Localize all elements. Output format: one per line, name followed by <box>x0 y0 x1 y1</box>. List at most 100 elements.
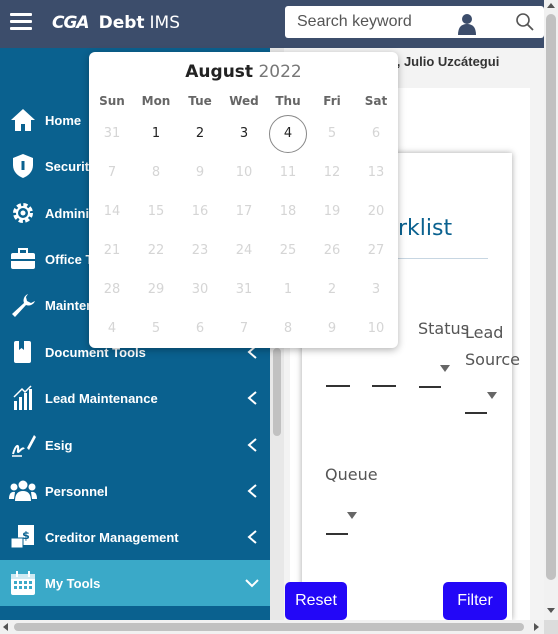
search-box <box>285 6 544 38</box>
datepicker-day: 5 <box>151 321 161 336</box>
datepicker-day: 4 <box>107 321 117 336</box>
queue-label: Queue <box>325 465 378 484</box>
datepicker-header: August 2022 <box>89 62 398 82</box>
datepicker-day: 11 <box>279 165 297 180</box>
page-vertical-scrollbar-thumb[interactable] <box>546 14 556 580</box>
filter-select-1[interactable] <box>326 385 350 387</box>
document-icon <box>9 338 37 366</box>
datepicker-day: 16 <box>191 204 209 219</box>
scroll-left-arrow-icon[interactable] <box>3 623 8 631</box>
gear-icon <box>9 199 37 227</box>
datepicker-day: 20 <box>367 204 385 219</box>
briefcase-icon <box>9 245 37 273</box>
datepicker-day: 21 <box>103 243 121 258</box>
lead-source-label: Lead Source <box>465 323 520 369</box>
datepicker-day: 6 <box>371 126 381 141</box>
datepicker-day[interactable]: 1 <box>137 115 175 153</box>
lead-source-select[interactable] <box>465 412 487 414</box>
sidebar-item-label: Office T <box>45 251 94 267</box>
weekday-header: Wed <box>229 94 259 108</box>
datepicker-day: 25 <box>279 243 297 258</box>
datepicker-day: 6 <box>195 321 205 336</box>
app-name-bold: Debt <box>98 13 145 33</box>
search-icon[interactable] <box>515 12 535 32</box>
scroll-right-arrow-icon[interactable] <box>534 623 539 631</box>
datepicker-day: 3 <box>371 282 381 297</box>
scroll-up-arrow-icon[interactable] <box>547 3 555 8</box>
chevron-down-icon <box>245 579 259 588</box>
sidebar-item-lead-maintenance[interactable]: Lead Maintenance <box>0 375 270 421</box>
datepicker-day: 8 <box>151 165 161 180</box>
status-select[interactable] <box>419 386 441 388</box>
chevron-left-icon <box>247 391 257 405</box>
datepicker-day: 24 <box>235 243 253 258</box>
search-input[interactable] <box>297 11 447 33</box>
sidebar-item-personnel[interactable]: Personnel <box>0 468 270 514</box>
people-icon <box>9 477 37 505</box>
sidebar-item-esig[interactable]: Esig <box>0 422 270 468</box>
sidebar-item-creditor-management[interactable]: $ Creditor Management <box>0 514 270 560</box>
weekday-header: Thu <box>275 94 301 108</box>
filter-button[interactable]: Filter <box>443 582 507 620</box>
datepicker-day-today[interactable]: 4 <box>269 115 307 153</box>
caret-down-icon[interactable] <box>440 365 450 372</box>
wrench-icon <box>9 291 37 319</box>
app-name-rest: IMS <box>149 13 181 33</box>
datepicker-day: 1 <box>283 282 293 297</box>
datepicker-day: 23 <box>191 243 209 258</box>
card-title: rklist <box>398 216 453 241</box>
datepicker-popup: August 2022 Sun Mon Tue Wed Thu Fri Sat 31 1 2 3 4 5… <box>89 52 398 348</box>
datepicker-day: 7 <box>239 321 249 336</box>
datepicker-day: 9 <box>327 321 337 336</box>
sidebar-item-label: My Tools <box>45 575 101 591</box>
signature-icon <box>9 431 37 459</box>
weekday-header: Sat <box>364 94 388 108</box>
page-horizontal-scrollbar[interactable] <box>0 620 544 634</box>
datepicker-day: 27 <box>367 243 385 258</box>
caret-down-icon[interactable] <box>347 512 357 519</box>
chevron-left-icon <box>247 530 257 544</box>
datepicker-day: 10 <box>367 321 385 336</box>
hamburger-menu-icon[interactable] <box>10 13 32 31</box>
datepicker-day: 12 <box>323 165 341 180</box>
sidebar-item-label: Home <box>45 112 82 128</box>
reset-button[interactable]: Reset <box>285 582 347 620</box>
filter-select-2[interactable] <box>372 385 396 387</box>
sidebar-item-my-tools[interactable]: My Tools <box>0 560 270 606</box>
datepicker-month: August <box>185 62 254 82</box>
datepicker-day: 2 <box>327 282 337 297</box>
chevron-left-icon <box>247 438 257 452</box>
chevron-left-icon <box>247 484 257 498</box>
page-horizontal-scrollbar-thumb[interactable] <box>14 623 524 631</box>
datepicker-day[interactable]: 3 <box>225 115 263 153</box>
datepicker-day: 26 <box>323 243 341 258</box>
sidebar-item-label: Personnel <box>45 483 108 499</box>
page-vertical-scrollbar[interactable] <box>544 0 558 620</box>
datepicker-day: 28 <box>103 282 121 297</box>
user-icon[interactable] <box>458 13 476 35</box>
queue-select[interactable] <box>326 533 348 535</box>
scroll-down-arrow-icon[interactable] <box>547 608 555 613</box>
datepicker-day: 10 <box>235 165 253 180</box>
datepicker-day: 31 <box>103 126 121 141</box>
sidebar-scrollbar-thumb[interactable] <box>273 348 281 436</box>
scrollbar-corner <box>544 620 558 634</box>
datepicker-day: 19 <box>323 204 341 219</box>
datepicker-year: 2022 <box>258 62 302 82</box>
weekday-header: Fri <box>323 94 341 108</box>
app-logo[interactable]: CGA Debt IMS <box>52 12 180 34</box>
datepicker-day: 15 <box>147 204 165 219</box>
weekday-header: Sun <box>99 94 125 108</box>
home-icon <box>9 106 37 134</box>
datepicker-day: 22 <box>147 243 165 258</box>
sidebar-item-label: Esig <box>45 437 73 453</box>
datepicker-day: 18 <box>279 204 297 219</box>
datepicker-day: 17 <box>235 204 253 219</box>
datepicker-day[interactable]: 2 <box>181 115 219 153</box>
caret-down-icon[interactable] <box>487 392 497 399</box>
weekday-header: Mon <box>141 94 171 108</box>
datepicker-day: 13 <box>367 165 385 180</box>
sidebar-item-label: Mainter <box>45 297 92 313</box>
status-label: Status <box>418 319 469 338</box>
datepicker-day: 9 <box>195 165 205 180</box>
